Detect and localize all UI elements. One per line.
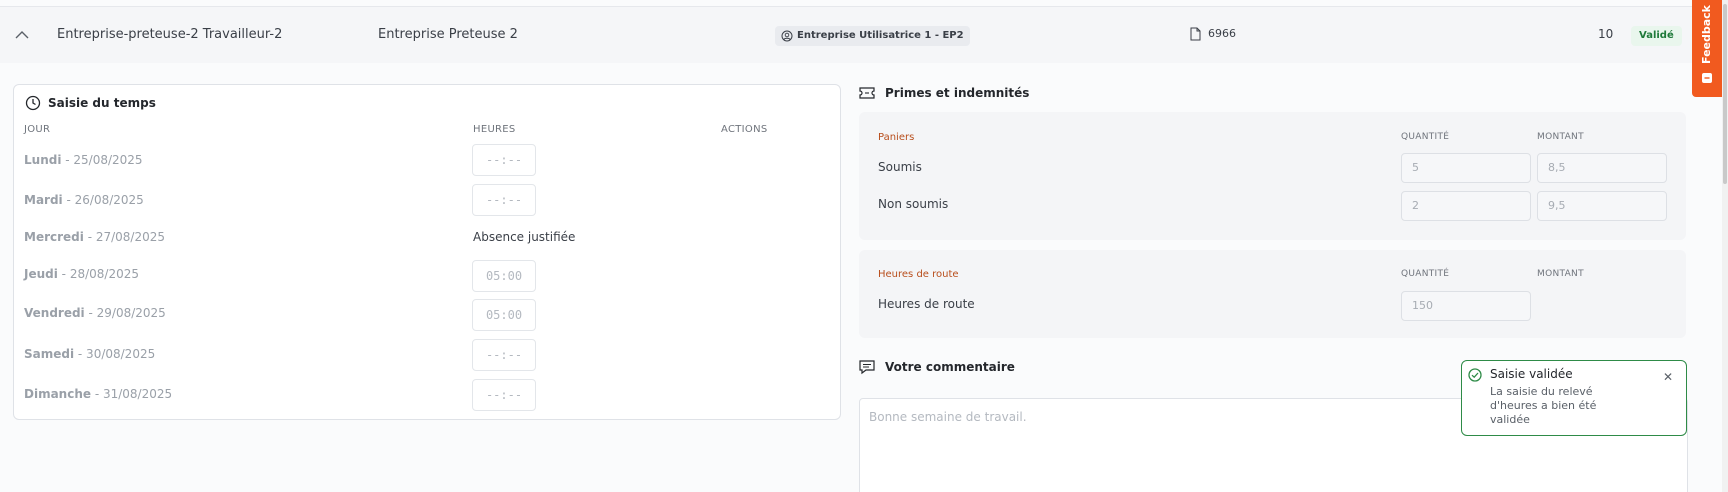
feedback-icon <box>1702 73 1712 83</box>
time-entry-card <box>13 84 841 420</box>
paniers-label: Paniers <box>878 132 915 143</box>
day-name: Lundi <box>24 153 62 167</box>
paniers-col-qty: QUANTITÉ <box>1401 132 1450 142</box>
bonuses-title: Primes et indemnités <box>885 86 1030 100</box>
user-circle-icon <box>781 30 793 42</box>
clock-icon <box>25 95 41 111</box>
route-col-qty: QUANTITÉ <box>1401 269 1450 279</box>
comment-placeholder: Bonne semaine de travail. <box>869 410 1027 424</box>
hours-count: 10 <box>1598 27 1614 41</box>
hours-input-saturday[interactable]: --:-- <box>472 339 536 371</box>
document-number-value: 6966 <box>1208 27 1236 40</box>
client-company-label: Entreprise Utilisatrice 1 - EP2 <box>797 30 964 41</box>
day-date: - 25/08/2025 <box>61 153 143 167</box>
document-icon <box>1190 27 1201 41</box>
day-label-thursday: Jeudi - 28/08/2025 <box>24 267 139 281</box>
paniers-qty-input[interactable]: 5 <box>1401 153 1531 183</box>
check-circle-icon <box>1468 368 1482 382</box>
day-name: Samedi <box>24 347 75 361</box>
hours-input-friday[interactable]: 05:00 <box>472 299 536 331</box>
day-date: - 31/08/2025 <box>91 387 173 401</box>
paniers-col-amount: MONTANT <box>1537 132 1584 142</box>
chevron-up-icon[interactable] <box>14 29 30 41</box>
scrollbar-thumb[interactable] <box>1723 4 1727 184</box>
comment-title: Votre commentaire <box>885 360 1015 374</box>
day-label-saturday: Samedi - 30/08/2025 <box>24 347 155 361</box>
hours-input-tuesday[interactable]: --:-- <box>472 184 536 216</box>
comment-icon <box>859 360 875 375</box>
day-label-tuesday: Mardi - 26/08/2025 <box>24 193 144 207</box>
toast-message: La saisie du relevé d'heures a bien été … <box>1490 385 1597 426</box>
paniers-amount-input[interactable]: 9,5 <box>1537 191 1667 221</box>
time-entry-title: Saisie du temps <box>48 96 156 110</box>
timesheet-row-header[interactable]: Entreprise-preteuse-2 Travailleur-2 Entr… <box>0 7 1710 63</box>
absence-justified-text: Absence justifiée <box>473 230 576 244</box>
route-qty-input[interactable]: 150 <box>1401 291 1531 321</box>
day-date: - 29/08/2025 <box>84 306 166 320</box>
day-date: - 27/08/2025 <box>83 230 165 244</box>
day-date: - 26/08/2025 <box>62 193 144 207</box>
feedback-label[interactable]: Feedback <box>1700 4 1713 64</box>
col-hours: HEURES <box>473 124 516 135</box>
close-icon[interactable]: ✕ <box>1663 370 1673 384</box>
day-label-wednesday: Mercredi - 27/08/2025 <box>24 230 165 244</box>
route-label: Heures de route <box>878 269 959 280</box>
day-label-monday: Lundi - 25/08/2025 <box>24 153 143 167</box>
day-name: Dimanche <box>24 387 92 401</box>
day-name: Vendredi <box>24 306 85 320</box>
page: Entreprise-preteuse-2 Travailleur-2 Entr… <box>0 0 1728 492</box>
hours-input-thursday[interactable]: 05:00 <box>472 260 536 292</box>
day-date: - 28/08/2025 <box>57 267 139 281</box>
worker-name: Entreprise-preteuse-2 Travailleur-2 <box>57 27 283 42</box>
route-panel <box>859 250 1686 338</box>
paniers-amount-input[interactable]: 8,5 <box>1537 153 1667 183</box>
col-actions: ACTIONS <box>721 124 768 135</box>
day-name: Jeudi <box>24 267 58 281</box>
hours-input-monday[interactable]: --:-- <box>472 144 536 176</box>
day-name: Mercredi <box>24 230 84 244</box>
paniers-qty-input[interactable]: 2 <box>1401 191 1531 221</box>
hours-input-sunday[interactable]: --:-- <box>472 379 536 411</box>
day-date: - 30/08/2025 <box>74 347 156 361</box>
client-company-badge: Entreprise Utilisatrice 1 - EP2 <box>775 26 970 46</box>
day-label-friday: Vendredi - 29/08/2025 <box>24 306 166 320</box>
route-col-amount: MONTANT <box>1537 269 1584 279</box>
document-number: 6966 <box>1190 27 1236 41</box>
ticket-icon <box>859 87 875 99</box>
paniers-row-label: Non soumis <box>878 197 949 211</box>
col-day: JOUR <box>24 124 51 135</box>
day-name: Mardi <box>24 193 63 207</box>
paniers-row-label: Soumis <box>878 160 922 174</box>
status-badge: Validé <box>1631 26 1682 46</box>
day-label-sunday: Dimanche - 31/08/2025 <box>24 387 172 401</box>
route-row-label: Heures de route <box>878 297 975 311</box>
lender-company: Entreprise Preteuse 2 <box>378 27 518 42</box>
toast-title: Saisie validée <box>1490 367 1573 381</box>
